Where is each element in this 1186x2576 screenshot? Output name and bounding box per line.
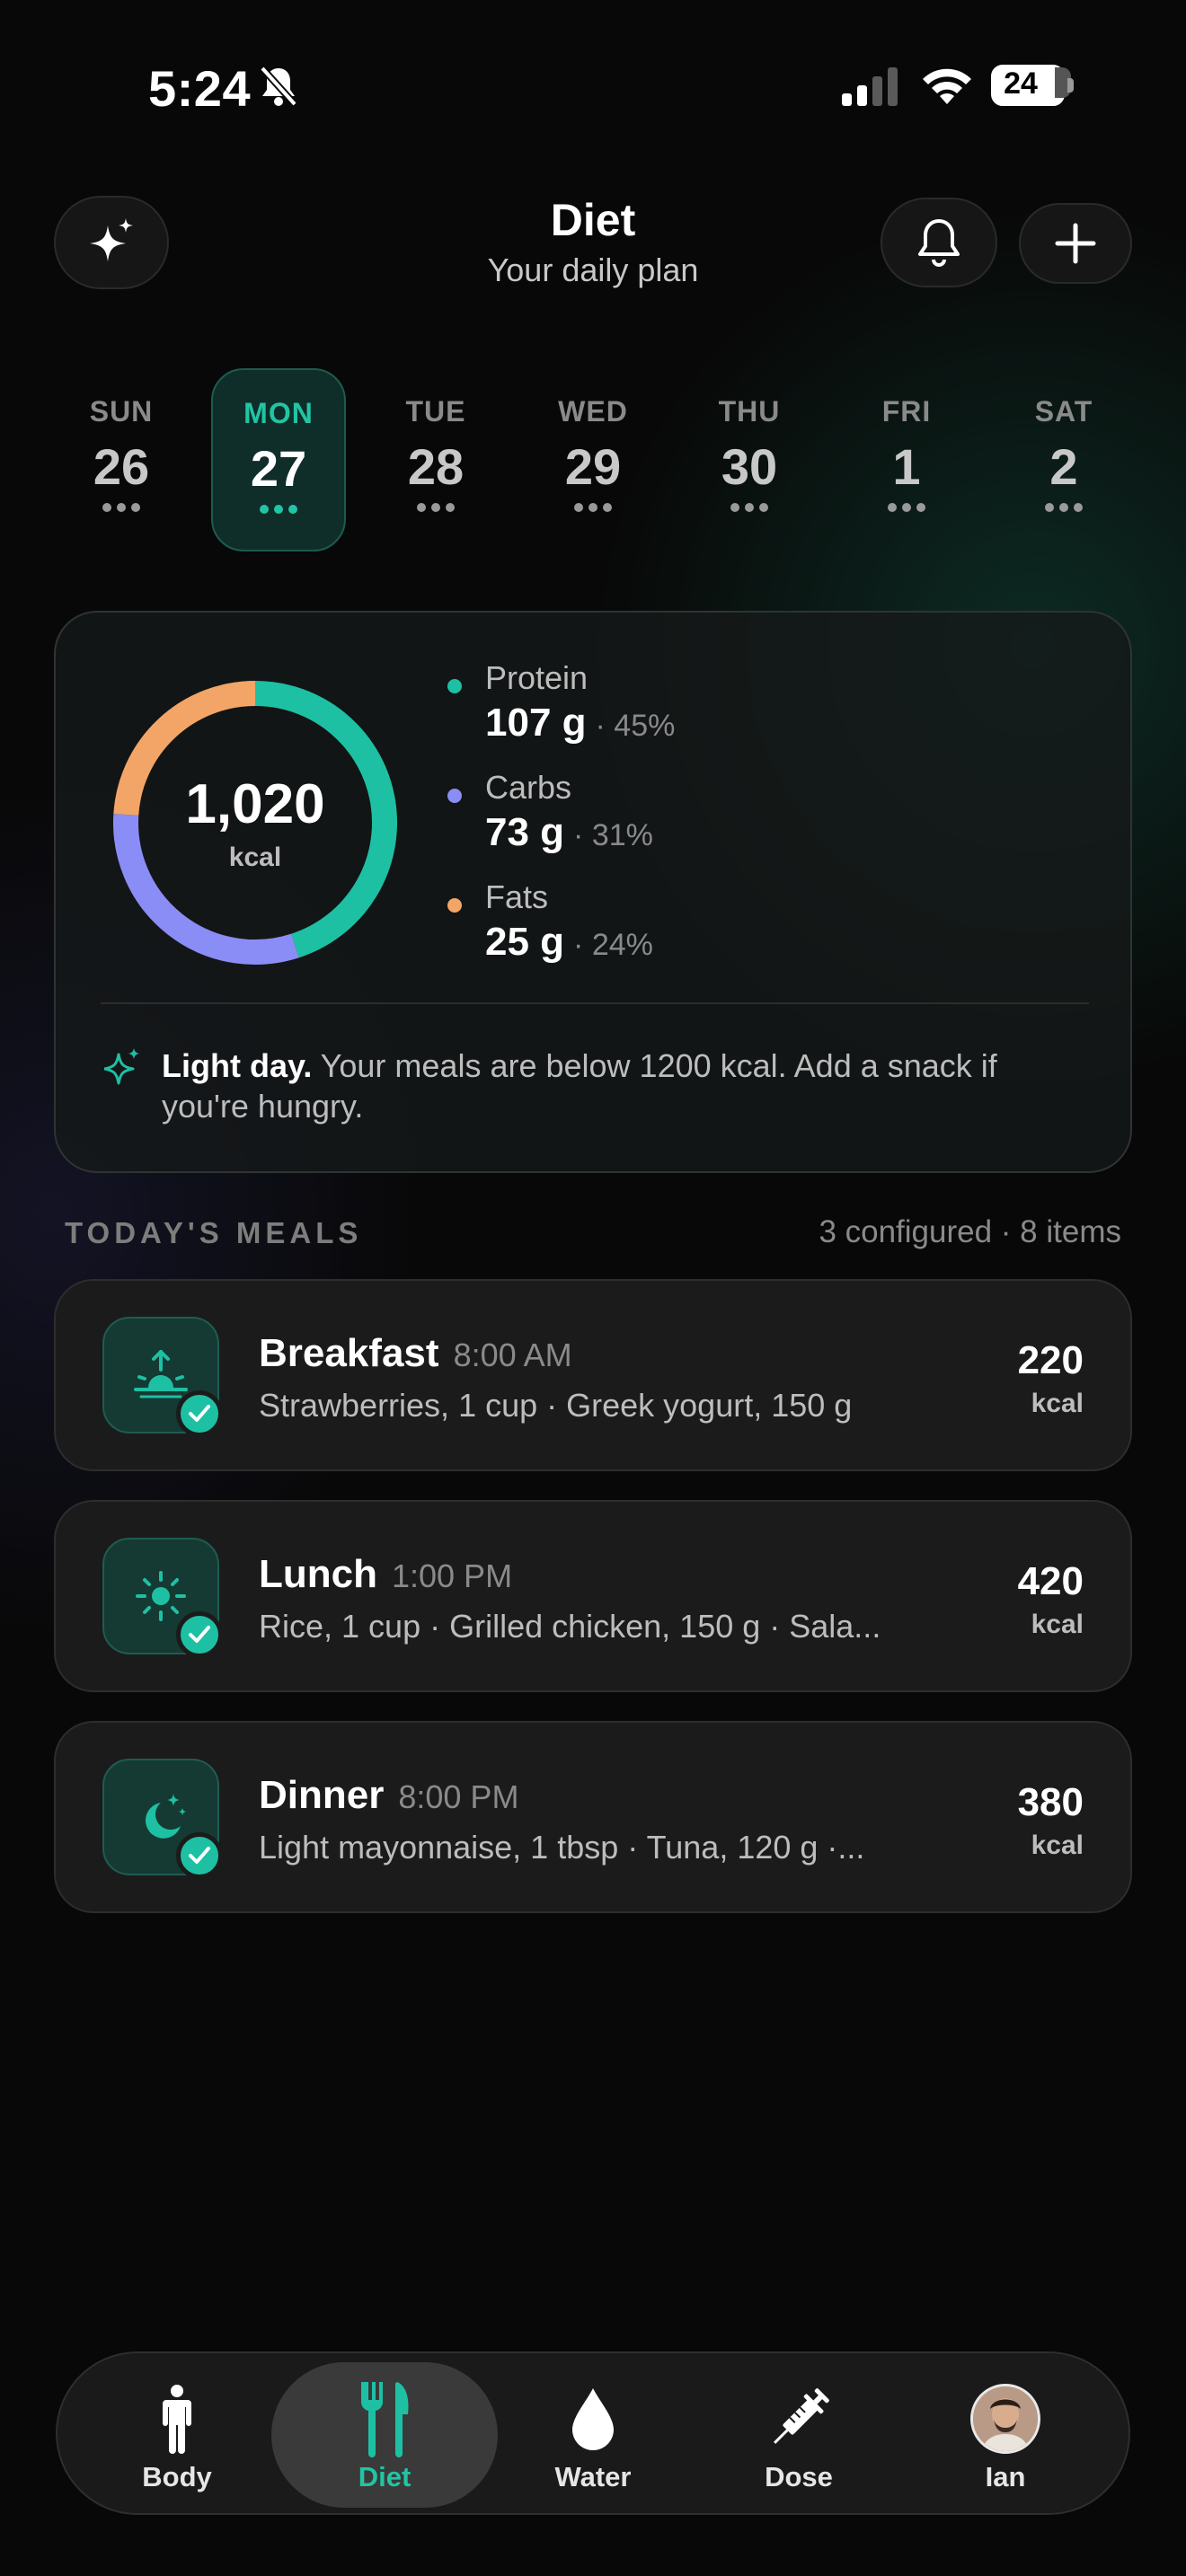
meal-items: Light mayonnaise, 1 tbsp · Tuna, 120 g ·… — [259, 1829, 865, 1866]
tab-dose[interactable]: Dose — [695, 2353, 902, 2517]
carbs-value: 73 g — [485, 810, 565, 854]
page-subtitle: Your daily plan — [487, 251, 699, 288]
meal-name: Dinner — [259, 1773, 385, 1817]
meal-items: Rice, 1 cup · Grilled chicken, 150 g · S… — [259, 1608, 881, 1645]
nutrition-summary-card: 1,020 kcal Protein 107 g · 45% Carbs 73 g… — [54, 611, 1132, 1173]
sunrise-icon — [134, 1350, 188, 1398]
fork-knife-icon — [360, 2382, 409, 2457]
day-wed[interactable]: WED 29 — [526, 368, 660, 551]
cellular-signal-icon — [842, 67, 898, 106]
fats-percent: · 24% — [573, 928, 653, 962]
completed-check-icon — [176, 1832, 223, 1879]
bottom-tab-bar: Body Diet Water Dose Ian — [56, 2351, 1130, 2515]
total-kcal-unit: kcal — [228, 842, 282, 872]
macro-fats: Fats 25 g · 24% — [447, 878, 807, 965]
macro-carbs: Carbs 73 g · 31% — [447, 769, 807, 855]
syringe-icon — [774, 2388, 829, 2444]
meal-time: 8:00 AM — [453, 1337, 572, 1373]
battery-indicator: 24 — [991, 65, 1074, 106]
day-sat[interactable]: SAT 2 — [996, 368, 1131, 551]
completed-check-icon — [176, 1611, 223, 1658]
completed-check-icon — [176, 1390, 223, 1437]
meal-name: Breakfast — [259, 1331, 439, 1375]
day-thu[interactable]: THU 30 — [682, 368, 817, 551]
macro-protein: Protein 107 g · 45% — [447, 659, 807, 745]
body-icon — [163, 2385, 191, 2454]
tab-body[interactable]: Body — [74, 2353, 280, 2517]
meal-time: 1:00 PM — [391, 1557, 513, 1594]
carbs-percent: · 31% — [573, 818, 653, 852]
meal-name: Lunch — [259, 1552, 377, 1596]
meal-kcal: 420 — [1017, 1559, 1084, 1603]
day-mon[interactable]: MON 27 — [211, 368, 346, 551]
card-divider — [101, 1002, 1089, 1004]
moon-icon — [145, 1794, 186, 1839]
water-drop-icon — [572, 2388, 614, 2450]
fats-dot — [447, 898, 462, 913]
tab-profile[interactable]: Ian — [902, 2353, 1109, 2517]
meal-kcal-unit: kcal — [1031, 1610, 1084, 1639]
total-kcal: 1,020 — [185, 773, 325, 835]
bell-icon — [918, 219, 960, 267]
meal-kcal: 220 — [1017, 1338, 1084, 1382]
tab-diet[interactable]: Diet — [271, 2353, 498, 2517]
meal-card-breakfast[interactable]: Breakfast 8:00 AM Strawberries, 1 cup · G… — [54, 1279, 1132, 1471]
protein-value: 107 g — [485, 701, 587, 745]
protein-dot — [447, 679, 462, 693]
meal-kcal-unit: kcal — [1031, 1389, 1084, 1418]
tab-water[interactable]: Water — [490, 2353, 696, 2517]
meal-card-lunch[interactable]: Lunch 1:00 PM Rice, 1 cup · Grilled chick… — [54, 1500, 1132, 1692]
meal-kcal-unit: kcal — [1031, 1831, 1084, 1860]
meal-time: 8:00 PM — [398, 1778, 519, 1815]
avatar — [970, 2384, 1040, 2454]
day-tue[interactable]: TUE 28 — [368, 368, 503, 551]
meal-card-dinner[interactable]: Dinner 8:00 PM Light mayonnaise, 1 tbsp ·… — [54, 1721, 1132, 1913]
meal-kcal: 380 — [1017, 1780, 1084, 1824]
notifications-button[interactable] — [881, 198, 997, 287]
add-button[interactable] — [1019, 203, 1132, 284]
plus-icon — [1055, 223, 1096, 264]
sun-icon — [136, 1571, 186, 1621]
status-time: 5:24 — [148, 60, 252, 117]
day-sun[interactable]: SUN 26 — [54, 368, 189, 551]
meal-items: Strawberries, 1 cup · Greek yogurt, 150 … — [259, 1387, 853, 1424]
silent-bell-icon — [260, 66, 297, 107]
wifi-icon — [923, 68, 971, 104]
fats-value: 25 g — [485, 920, 565, 964]
carbs-dot — [447, 789, 462, 803]
meals-section-title: TODAY'S MEALS — [65, 1216, 363, 1249]
light-day-tip: Light day. Your meals are below 1200 kca… — [162, 1047, 997, 1125]
day-fri[interactable]: FRI 1 — [839, 368, 974, 551]
meals-section-meta: 3 configured · 8 items — [819, 1214, 1121, 1249]
protein-percent: · 45% — [595, 709, 676, 743]
sparkle-icon — [104, 1048, 139, 1085]
battery-level: 24 — [1004, 66, 1038, 101]
page-title: Diet — [550, 195, 636, 245]
